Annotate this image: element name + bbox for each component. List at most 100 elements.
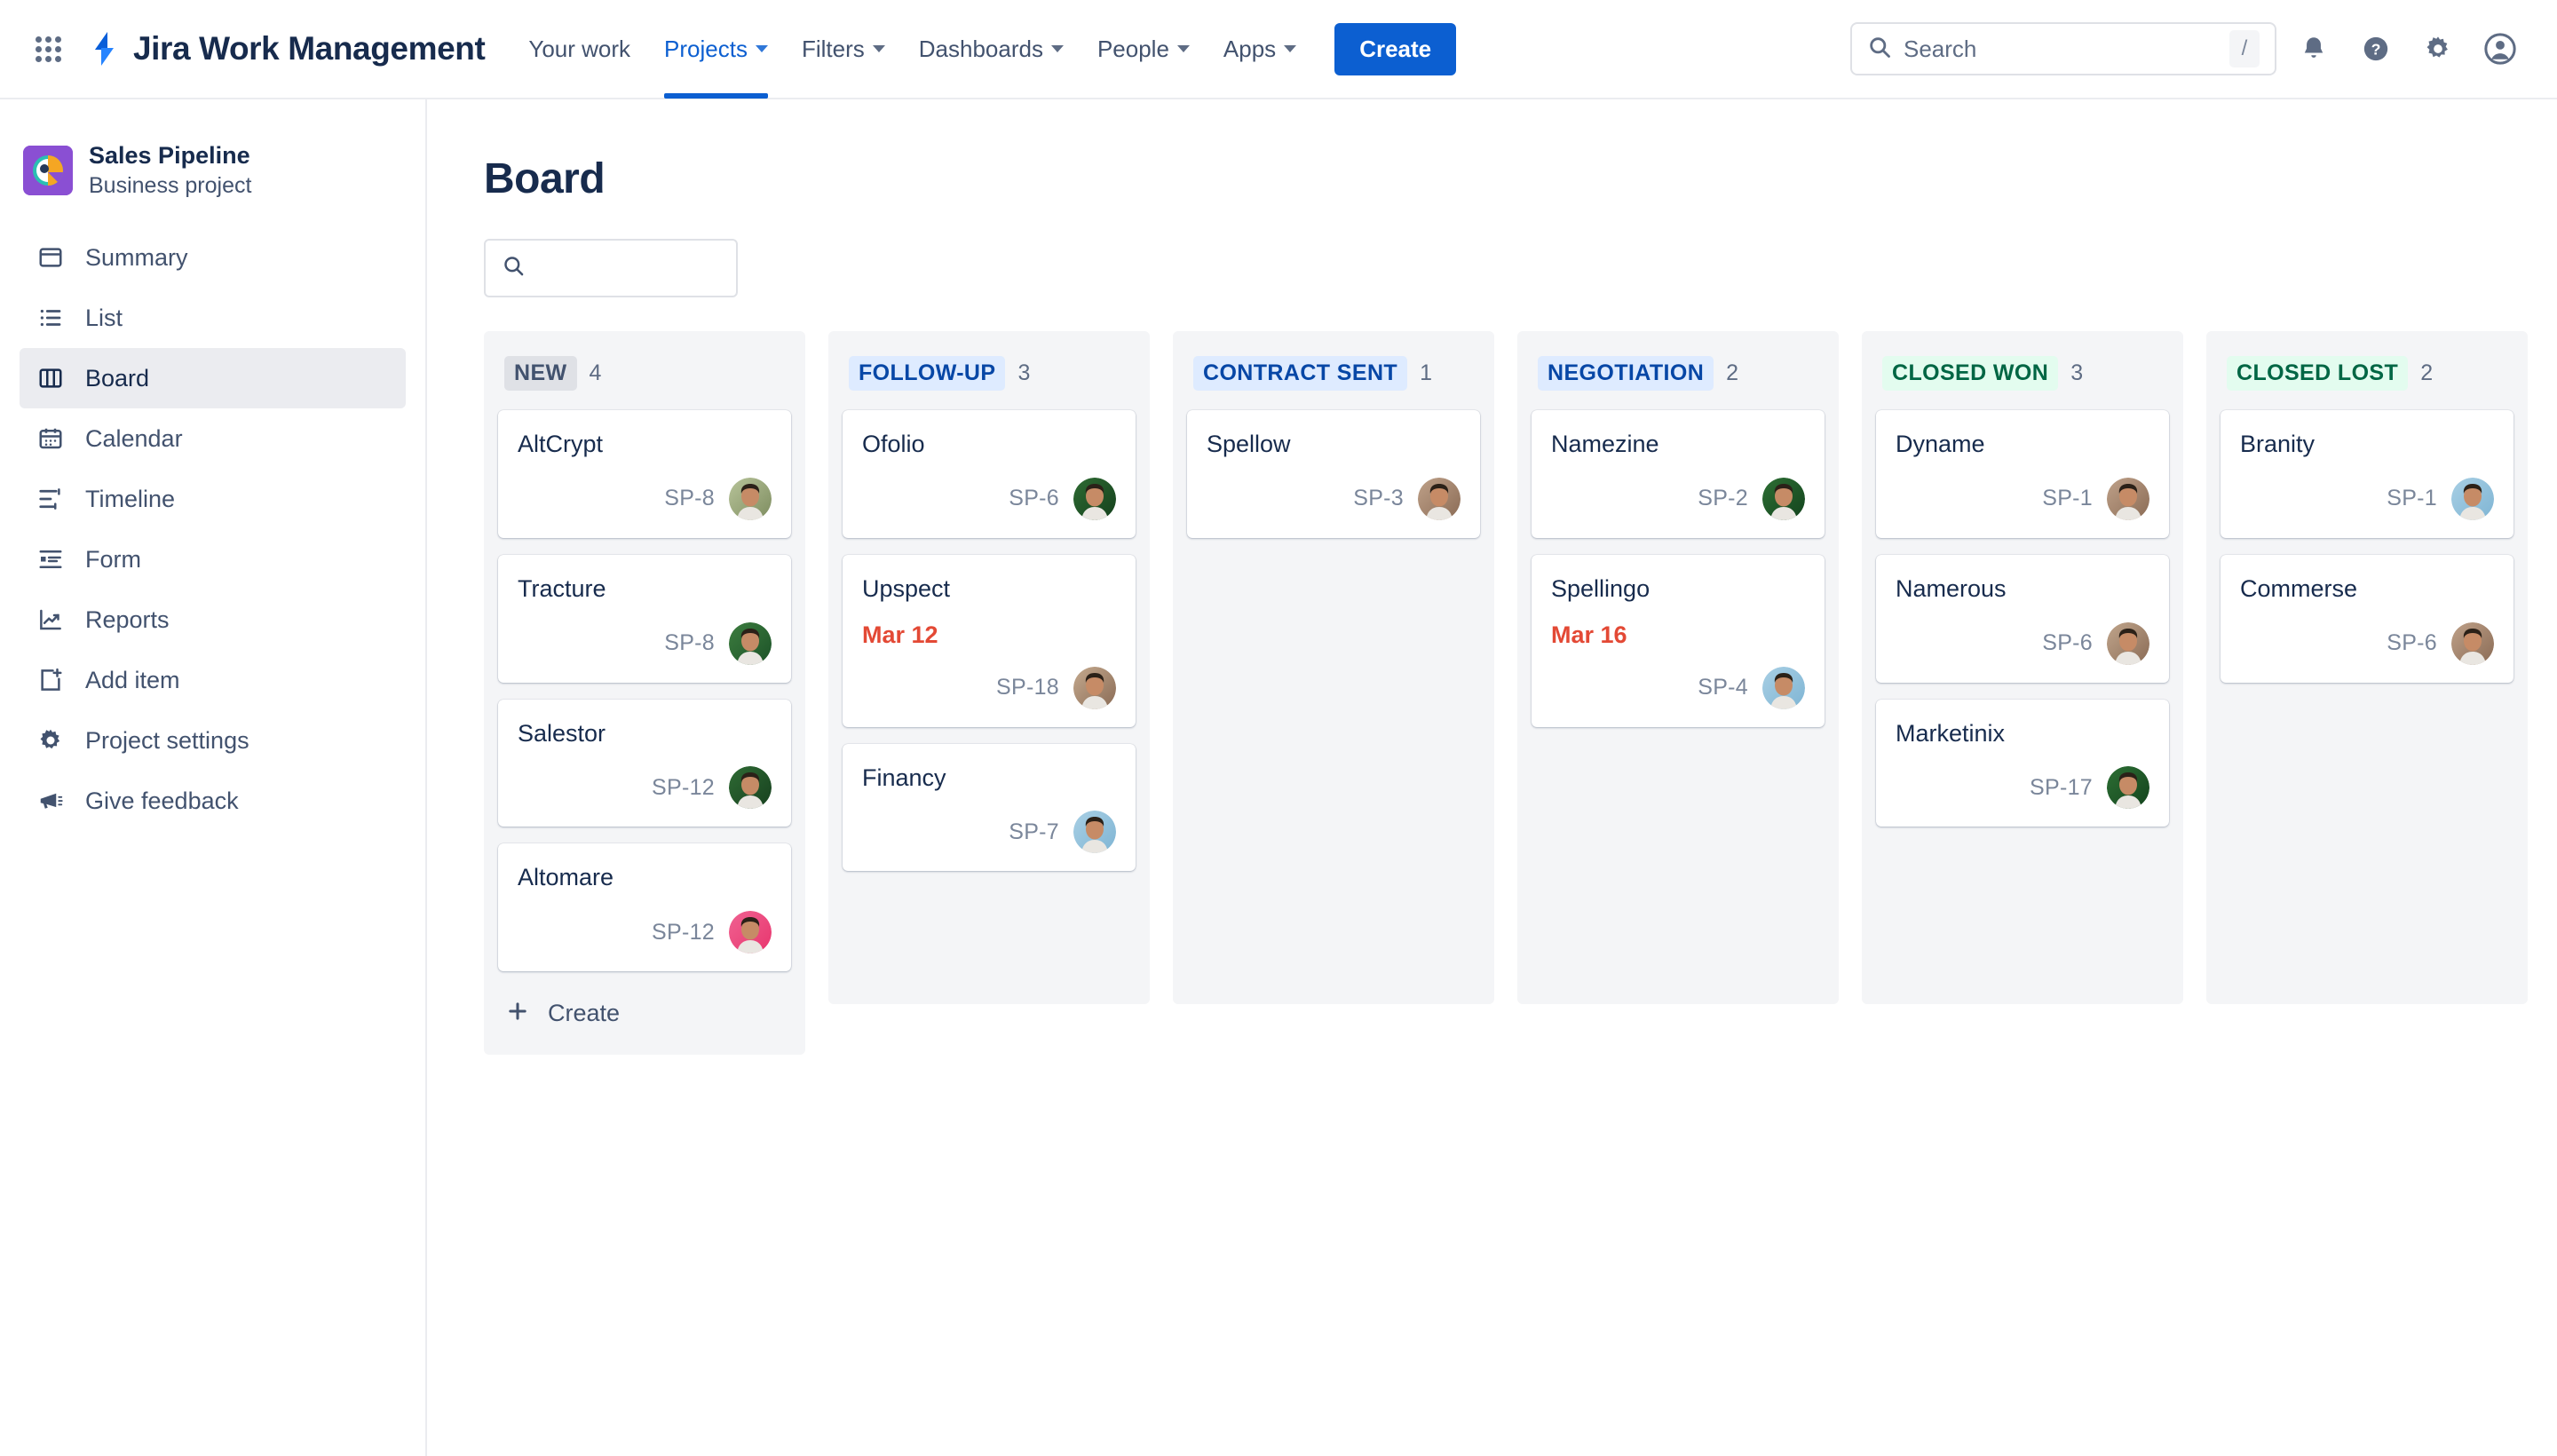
sidebar-item-summary[interactable]: Summary bbox=[20, 227, 406, 288]
search-shortcut-key: / bbox=[2229, 30, 2260, 67]
assignee-avatar[interactable] bbox=[2107, 477, 2149, 520]
nav-item-projects[interactable]: Projects bbox=[647, 0, 785, 99]
main-content: Board NEW 4 AltCrypt SP-8 Tracture SP-8 Salest… bbox=[429, 99, 2557, 1456]
assignee-avatar[interactable] bbox=[1073, 811, 1116, 854]
card-issue-key: SP-4 bbox=[1698, 675, 1748, 700]
assignee-avatar[interactable] bbox=[1073, 477, 1116, 520]
card-issue-key: SP-12 bbox=[652, 774, 715, 800]
sidebar-item-reports[interactable]: Reports bbox=[20, 590, 406, 650]
board-card[interactable]: Tracture SP-8 bbox=[498, 554, 791, 683]
board-card[interactable]: Namerous SP-6 bbox=[1876, 554, 2169, 683]
board-card[interactable]: Namezine SP-2 bbox=[1532, 410, 1825, 538]
board-card[interactable]: Financy SP-7 bbox=[843, 743, 1136, 872]
board-card[interactable]: Salestor SP-12 bbox=[498, 699, 791, 827]
sidebar-item-give-feedback[interactable]: Give feedback bbox=[20, 771, 406, 831]
sidebar-item-list[interactable]: List bbox=[20, 288, 406, 348]
card-issue-key: SP-6 bbox=[2387, 630, 2437, 655]
column-status-badge[interactable]: NEW bbox=[504, 356, 577, 391]
card-title: Upspect bbox=[862, 574, 951, 602]
chevron-down-icon bbox=[1284, 45, 1297, 52]
app-switcher-button[interactable] bbox=[28, 29, 67, 68]
sidebar-item-label: Board bbox=[85, 364, 150, 392]
settings-button[interactable] bbox=[2413, 24, 2463, 74]
card-title: Spellingo bbox=[1551, 574, 1651, 602]
assignee-avatar[interactable] bbox=[1762, 666, 1805, 709]
card-issue-key: SP-6 bbox=[2042, 630, 2093, 655]
nav-item-people[interactable]: People bbox=[1081, 0, 1207, 99]
project-header[interactable]: Sales Pipeline Business project bbox=[0, 99, 425, 199]
card-title: Commerse bbox=[2240, 574, 2358, 602]
board-card[interactable]: Marketinix SP-17 bbox=[1876, 699, 2169, 827]
board-card[interactable]: Spellow SP-3 bbox=[1187, 410, 1480, 538]
board-card[interactable]: Branity SP-1 bbox=[2221, 410, 2513, 538]
board-card[interactable]: Altomare SP-12 bbox=[498, 843, 791, 971]
card-title: Namerous bbox=[1896, 574, 2007, 602]
assignee-avatar[interactable] bbox=[1418, 477, 1461, 520]
assignee-avatar[interactable] bbox=[729, 766, 772, 810]
assignee-avatar[interactable] bbox=[2107, 621, 2149, 665]
sidebar-item-timeline[interactable]: Timeline bbox=[20, 469, 406, 529]
board-column: NEW 4 AltCrypt SP-8 Tracture SP-8 Salestor SP-1… bbox=[484, 331, 805, 1055]
card-footer: SP-1 bbox=[2240, 477, 2494, 520]
column-header: NEW 4 bbox=[498, 351, 791, 391]
assignee-avatar[interactable] bbox=[1073, 666, 1116, 709]
sidebar-item-project-settings[interactable]: Project settings bbox=[20, 710, 406, 771]
card-title: Salestor bbox=[518, 719, 606, 747]
kanban-board: NEW 4 AltCrypt SP-8 Tracture SP-8 Salestor SP-1… bbox=[484, 331, 2557, 1055]
svg-text:?: ? bbox=[2371, 41, 2381, 59]
assignee-avatar[interactable] bbox=[729, 911, 772, 954]
plus-icon bbox=[505, 999, 530, 1028]
board-card[interactable]: Dyname SP-1 bbox=[1876, 410, 2169, 538]
sidebar-item-label: Summary bbox=[85, 243, 188, 271]
sidebar-item-board[interactable]: Board bbox=[20, 348, 406, 408]
sidebar-item-label: Form bbox=[85, 545, 141, 573]
column-status-badge[interactable]: NEGOTIATION bbox=[1538, 356, 1714, 391]
nav-item-dashboards[interactable]: Dashboards bbox=[902, 0, 1081, 99]
column-card-count: 4 bbox=[589, 360, 602, 385]
card-title: Ofolio bbox=[862, 431, 925, 457]
assignee-avatar[interactable] bbox=[2107, 766, 2149, 810]
column-create-card-button[interactable]: Create bbox=[498, 988, 791, 1037]
board-card[interactable]: Upspect Mar 12 SP-18 bbox=[843, 554, 1136, 727]
board-card[interactable]: Ofolio SP-6 bbox=[843, 410, 1136, 538]
board-card[interactable]: AltCrypt SP-8 bbox=[498, 410, 791, 538]
board-search-input[interactable] bbox=[484, 239, 738, 297]
notifications-button[interactable] bbox=[2289, 24, 2339, 74]
global-search-input[interactable]: Search / bbox=[1850, 22, 2276, 75]
nav-label: Filters bbox=[801, 35, 865, 62]
column-status-badge[interactable]: CONTRACT SENT bbox=[1193, 356, 1408, 391]
column-card-count: 2 bbox=[2420, 360, 2434, 385]
brand-name: Jira Work Management bbox=[133, 30, 486, 67]
assignee-avatar[interactable] bbox=[2451, 621, 2494, 665]
project-sidebar: Sales Pipeline Business project Summary bbox=[0, 99, 427, 1456]
brand-home-link[interactable]: Jira Work Management bbox=[87, 30, 486, 67]
user-profile-button[interactable] bbox=[2475, 24, 2525, 74]
help-button[interactable]: ? bbox=[2351, 24, 2401, 74]
sidebar-item-calendar[interactable]: Calendar bbox=[20, 408, 406, 469]
gear-icon bbox=[2426, 36, 2448, 58]
column-status-badge[interactable]: CLOSED WON bbox=[1882, 356, 2059, 391]
board-column: CONTRACT SENT 1 Spellow SP-3 bbox=[1173, 331, 1494, 1004]
board-filter-bar bbox=[484, 239, 2557, 297]
column-header: CLOSED WON 3 bbox=[1876, 351, 2169, 391]
card-footer: SP-12 bbox=[518, 766, 772, 810]
board-card[interactable]: Spellingo Mar 16 SP-4 bbox=[1532, 554, 1825, 727]
column-status-badge[interactable]: CLOSED LOST bbox=[2227, 356, 2409, 391]
sidebar-item-add-item[interactable]: Add item bbox=[20, 650, 406, 710]
assignee-avatar[interactable] bbox=[729, 477, 772, 520]
column-header: FOLLOW-UP 3 bbox=[843, 351, 1136, 391]
sidebar-item-label: Project settings bbox=[85, 726, 249, 754]
card-title: Tracture bbox=[518, 574, 606, 602]
nav-item-apps[interactable]: Apps bbox=[1207, 0, 1313, 99]
assignee-avatar[interactable] bbox=[729, 621, 772, 665]
card-issue-key: SP-1 bbox=[2387, 486, 2437, 511]
board-card[interactable]: Commerse SP-6 bbox=[2221, 554, 2513, 683]
create-button[interactable]: Create bbox=[1334, 22, 1457, 75]
question-circle-icon: ? bbox=[2363, 36, 2388, 61]
sidebar-item-form[interactable]: Form bbox=[20, 529, 406, 590]
assignee-avatar[interactable] bbox=[1762, 477, 1805, 520]
assignee-avatar[interactable] bbox=[2451, 477, 2494, 520]
column-status-badge[interactable]: FOLLOW-UP bbox=[849, 356, 1006, 391]
nav-item-your-work[interactable]: Your work bbox=[511, 0, 647, 99]
nav-item-filters[interactable]: Filters bbox=[785, 0, 902, 99]
